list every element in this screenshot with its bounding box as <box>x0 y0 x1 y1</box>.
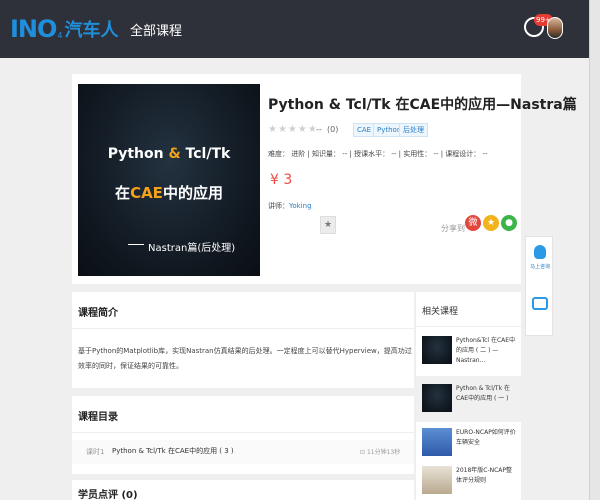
cover-text-python: Python <box>107 146 169 162</box>
related-course-item[interactable]: 2018年版C-NCAP整体评分规则 <box>416 458 521 500</box>
related-course-name: Python & Tcl/Tk 在CAE中的应用 ( 一 ) <box>456 385 510 402</box>
logo-cn-text: 汽车人 <box>64 20 119 41</box>
logo-sub-text: 4 <box>57 30 63 40</box>
course-catalog-section: 课程目录 课时1 Python & Tcl/Tk 在CAE中的应用 ( 3 ) … <box>72 396 414 474</box>
catalog-title: 课程目录 <box>78 412 118 423</box>
user-avatar[interactable] <box>547 17 563 39</box>
cover-text-tcl: Tcl/Tk <box>180 146 231 162</box>
related-course-name: 2018年版C-NCAP整体评分规则 <box>456 467 513 484</box>
course-intro-section: 课程简介 基于Python的Matplotlib库，实现Nastran仿真结果的… <box>72 292 414 388</box>
lesson-duration: ⊡ 11分钟13秒 <box>360 447 400 456</box>
cover-text-zai: 在 <box>115 184 131 202</box>
tag-cae[interactable]: CAE <box>353 123 376 137</box>
cover-title-line1: Python & Tcl/Tk <box>78 146 260 162</box>
cover-subtitle: Nastran篇(后处理) <box>148 243 236 254</box>
lesson-row[interactable]: 课时1 Python & Tcl/Tk 在CAE中的应用 ( 3 ) ⊡ 11分… <box>72 440 414 464</box>
clock-icon: ⊡ <box>360 449 367 456</box>
reviews-title: 学员点评 (0) <box>78 490 138 500</box>
related-course-thumbnail <box>422 428 452 456</box>
reviews-section: 学员点评 (0) <box>72 480 414 500</box>
related-divider <box>416 326 521 327</box>
cover-text-cae: CAE <box>130 184 163 202</box>
rating-score: -- <box>316 125 322 134</box>
favorite-button[interactable]: ★ <box>320 216 336 234</box>
related-course-name: EURO-NCAP如何评价车辆安全 <box>456 429 516 446</box>
site-logo[interactable]: INO 4 汽车人 <box>10 14 119 44</box>
logo-ino-text: INO <box>10 15 57 43</box>
wechat-icon[interactable]: ● <box>501 215 517 231</box>
qzone-star-icon[interactable]: ★ <box>483 215 499 231</box>
star-icon: ★ <box>323 220 333 230</box>
intro-title: 课程简介 <box>78 308 118 319</box>
cover-title-line2: 在CAE中的应用 <box>78 182 260 203</box>
rating-count: (0) <box>327 125 339 134</box>
related-title: 相关课程 <box>422 307 459 317</box>
course-cover-image: Python & Tcl/Tk 在CAE中的应用 Nastran篇(后处理) <box>78 84 260 276</box>
lecturer-name[interactable]: Yoking <box>289 202 312 210</box>
rating-stars: ★★★★★ <box>268 124 318 135</box>
page-scrollbar[interactable] <box>589 0 600 500</box>
intro-body: 基于Python的Matplotlib库，实现Nastran仿真结果的后处理。一… <box>78 347 412 370</box>
lecturer-line: 讲师：Yoking <box>268 201 312 211</box>
related-course-thumbnail <box>422 336 452 364</box>
cover-text-application: 中的应用 <box>162 184 223 202</box>
cover-dash-line <box>128 244 144 245</box>
course-price: ¥ 3 <box>270 172 293 188</box>
lecturer-label: 讲师： <box>268 202 289 210</box>
tag-postprocess[interactable]: 后处理 <box>399 123 428 137</box>
lesson-duration-text: 11分钟13秒 <box>366 449 401 456</box>
qq-penguin-icon[interactable] <box>534 245 546 259</box>
related-course-thumbnail <box>422 466 452 494</box>
share-label: 分享到 <box>441 224 465 233</box>
course-header-card: Python & Tcl/Tk 在CAE中的应用 Nastran篇(后处理) P… <box>72 74 577 284</box>
nav-all-courses[interactable]: 全部课程 <box>130 20 182 39</box>
floating-contact-widget: 马上咨询 <box>525 236 553 336</box>
related-course-item[interactable]: Python&Tcl 在CAE中的应用 ( 二 ) —Nastran… <box>416 328 521 374</box>
weibo-icon[interactable]: 微 <box>465 215 481 231</box>
chat-bubble-icon[interactable] <box>532 297 548 310</box>
intro-divider <box>72 328 414 329</box>
consult-now-label[interactable]: 马上咨询 <box>528 263 552 270</box>
related-course-name: Python&Tcl 在CAE中的应用 ( 二 ) —Nastran… <box>456 337 516 364</box>
top-nav-bar: INO 4 汽车人 全部课程 99+ <box>0 0 600 58</box>
lesson-number: 课时1 <box>86 448 105 456</box>
related-course-thumbnail <box>422 384 452 412</box>
lesson-title[interactable]: Python & Tcl/Tk 在CAE中的应用 ( 3 ) <box>112 446 234 456</box>
catalog-divider <box>72 432 414 433</box>
course-meta-line: 难度： 进阶 | 知识量： -- | 授课水平： -- | 实用性： -- | … <box>268 150 488 158</box>
related-course-item[interactable]: Python & Tcl/Tk 在CAE中的应用 ( 一 ) <box>416 376 521 422</box>
course-title: Python & Tcl/Tk 在CAE中的应用—Nastra篇 <box>268 97 577 113</box>
related-course-item[interactable]: EURO-NCAP如何评价车辆安全 <box>416 420 521 458</box>
cover-text-amp: & <box>168 146 181 162</box>
related-courses-panel: 相关课程 Python&Tcl 在CAE中的应用 ( 二 ) —Nastran…… <box>416 292 521 500</box>
